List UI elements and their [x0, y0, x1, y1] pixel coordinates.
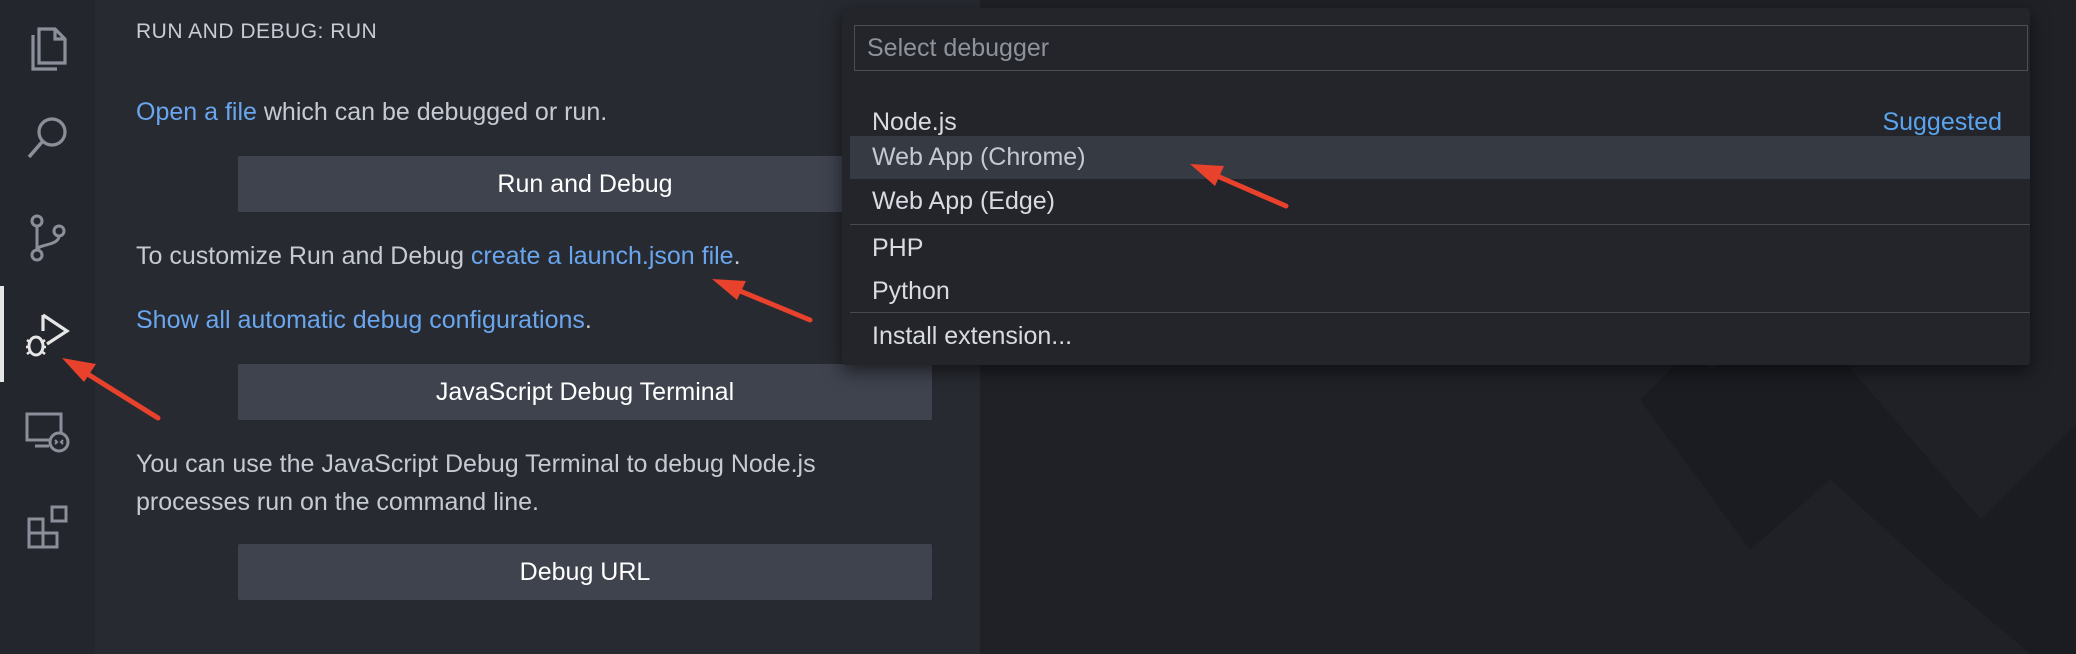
terminal-desc-line1: You can use the JavaScript Debug Termina…: [136, 450, 816, 478]
quick-pick-item-label: Node.js: [872, 108, 957, 136]
quick-pick-item-php[interactable]: PHP: [850, 227, 2030, 270]
debug-url-button[interactable]: Debug URL: [238, 544, 932, 600]
customize-prefix: To customize Run and Debug: [136, 242, 471, 270]
customize-suffix: .: [733, 242, 741, 270]
select-debugger-quick-pick: Node.js Suggested Web App (Chrome) Web A…: [842, 8, 2030, 365]
activity-bar: [0, 0, 95, 654]
activity-remote-explorer[interactable]: [0, 383, 95, 479]
open-file-link[interactable]: Open a file: [136, 98, 257, 126]
open-file-rest: which can be debugged or run.: [256, 98, 608, 126]
show-configs-text: Show all automatic debug configurations.: [136, 301, 592, 339]
activity-source-control[interactable]: [0, 190, 95, 286]
show-configs-link[interactable]: Show all automatic debug configurations: [136, 306, 585, 334]
activity-run-debug[interactable]: [0, 286, 95, 382]
source-control-icon: [30, 214, 65, 262]
run-debug-icon: [25, 313, 70, 357]
quick-pick-item-label: Web App (Edge): [872, 187, 1055, 215]
quick-pick-item-label: Install extension...: [872, 322, 1073, 350]
quick-pick-item-label: PHP: [872, 234, 924, 262]
select-debugger-input[interactable]: [854, 25, 2028, 71]
activity-files[interactable]: [0, 0, 95, 96]
customize-text: To customize Run and Debug create a laun…: [136, 237, 741, 275]
suggested-badge: Suggested: [1882, 108, 2002, 136]
extensions-icon: [27, 505, 67, 549]
activity-extensions[interactable]: [0, 478, 95, 574]
quick-pick-item-label: Web App (Chrome): [872, 143, 1086, 171]
quick-pick-item-label: Python: [872, 277, 950, 305]
activity-search[interactable]: [0, 90, 95, 186]
js-debug-terminal-button[interactable]: JavaScript Debug Terminal: [238, 364, 932, 420]
quick-pick-separator: [850, 224, 2030, 225]
run-and-debug-button[interactable]: Run and Debug: [238, 156, 932, 212]
quick-pick-item-install-extension[interactable]: Install extension...: [850, 315, 2030, 358]
quick-pick-item-web-app-edge[interactable]: Web App (Edge): [850, 180, 2030, 223]
search-icon: [27, 117, 67, 159]
launch-json-link[interactable]: create a launch.json file: [471, 242, 734, 270]
terminal-desc-line2: processes run on the command line.: [136, 488, 539, 516]
quick-pick-item-python[interactable]: Python: [850, 270, 2030, 313]
panel-title: RUN AND DEBUG: RUN: [136, 20, 378, 43]
files-icon: [30, 27, 67, 71]
app-window: RUN AND DEBUG: RUN Open a file which can…: [0, 0, 2076, 654]
quick-pick-separator: [850, 312, 2030, 313]
open-file-text: Open a file which can be debugged or run…: [136, 93, 607, 131]
show-configs-suffix: .: [584, 306, 592, 334]
remote-explorer-icon: [25, 412, 69, 453]
quick-pick-item-web-app-chrome[interactable]: Web App (Chrome): [850, 136, 2030, 179]
terminal-description: You can use the JavaScript Debug Termina…: [136, 445, 816, 521]
